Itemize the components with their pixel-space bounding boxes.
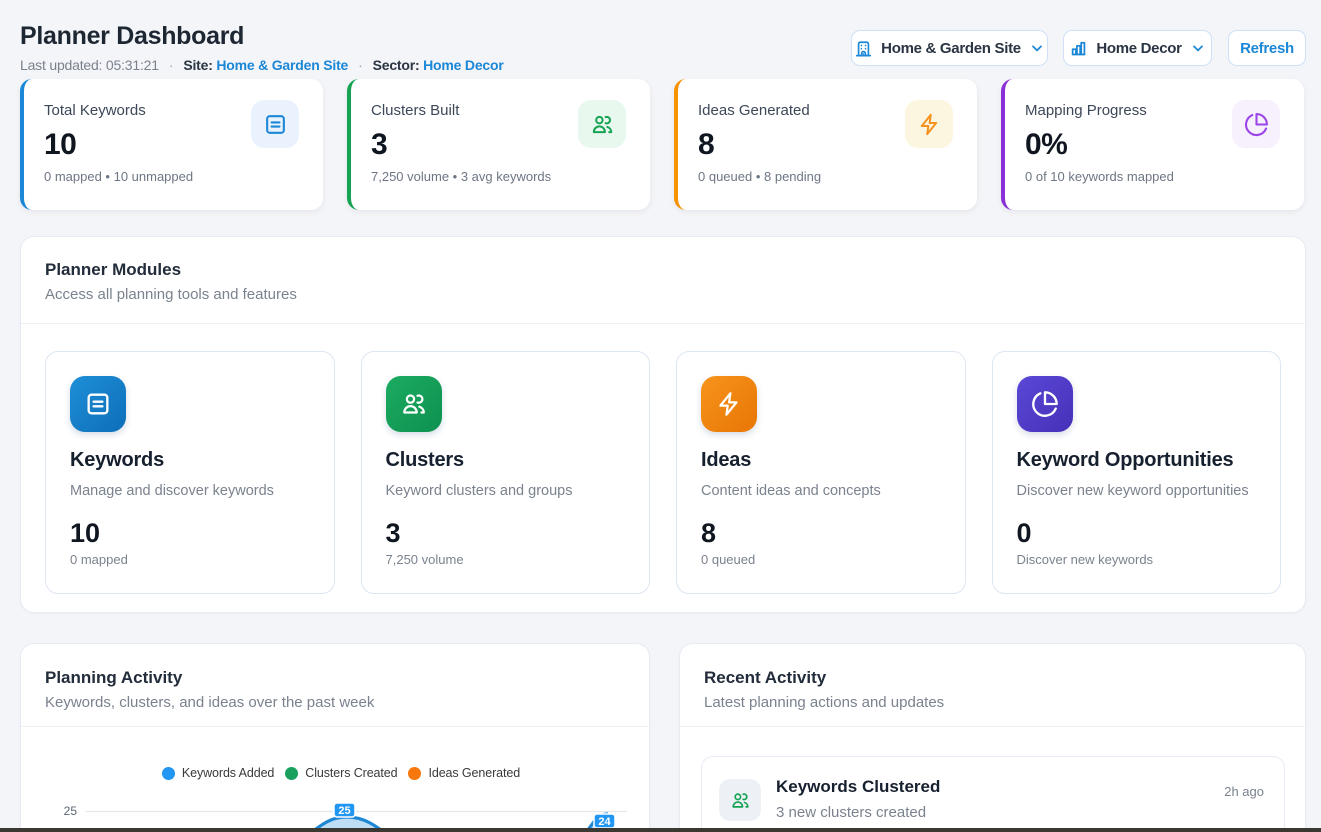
svg-text:24: 24 (598, 816, 611, 828)
svg-text:25: 25 (338, 805, 350, 817)
svg-text:25: 25 (64, 804, 78, 818)
